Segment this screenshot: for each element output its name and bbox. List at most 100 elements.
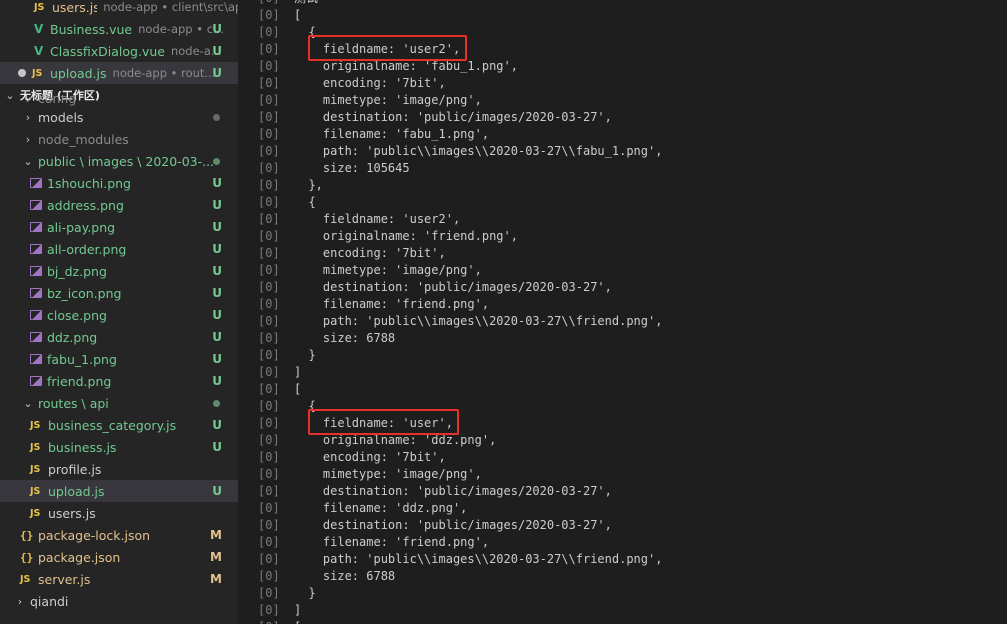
git-status-badge: U (212, 374, 222, 388)
folder-item[interactable]: › models (0, 106, 238, 128)
file-item[interactable]: JS upload.js U (0, 480, 238, 502)
file-name: ddz.png (47, 329, 98, 345)
file-item[interactable]: ali-pay.png U (0, 216, 238, 238)
terminal-line: [0]测试 (258, 0, 318, 7)
open-editor-item[interactable]: V Business.vue node-app • c... U (0, 18, 238, 40)
git-status-badge: U (212, 264, 222, 278)
chevron-down-icon: ⌄ (23, 154, 33, 168)
terminal-line-text: originalname: 'ddz.png', (294, 433, 497, 447)
process-prefix: [0] (258, 8, 280, 22)
file-name: package.json (38, 549, 121, 565)
image-file-icon (30, 288, 42, 298)
terminal-line-text: } (294, 586, 316, 600)
terminal-line-text: mimetype: 'image/png', (294, 467, 482, 481)
open-editor-item[interactable]: JS users.js node-app • client\src\api (0, 0, 238, 18)
terminal-line: [0] path: 'public\\images\\2020-03-27\\f… (258, 551, 662, 568)
terminal-line-text: 测试 (294, 0, 318, 5)
process-prefix: [0] (258, 93, 280, 107)
folder-name: public \ images \ 2020-03-... (38, 153, 215, 169)
git-status-badge: U (212, 44, 222, 58)
process-prefix: [0] (258, 399, 280, 413)
terminal-line-text: ] (294, 603, 302, 617)
terminal-line-text: encoding: '7bit', (294, 76, 446, 90)
terminal-line-text: mimetype: 'image/png', (294, 263, 482, 277)
process-prefix: [0] (258, 450, 280, 464)
file-item[interactable]: JS business_category.js U (0, 414, 238, 436)
vue-file-icon: V (34, 44, 44, 58)
image-file-icon (30, 354, 42, 364)
file-name: ali-pay.png (47, 219, 116, 235)
highlight-box (308, 409, 460, 435)
open-editor-item[interactable]: JS upload.js node-app • rout... U (0, 62, 238, 84)
terminal-line-text: { (294, 195, 316, 209)
file-item[interactable]: 1shouchi.png U (0, 172, 238, 194)
terminal-line: [0] filename: 'fabu_1.png', (258, 126, 489, 143)
image-file-icon (30, 266, 42, 276)
file-name: friend.png (47, 373, 112, 389)
terminal-line: [0] filename: 'friend.png', (258, 296, 489, 313)
terminal-line-text: }, (294, 178, 323, 192)
folder-item[interactable]: ⌄ routes \ api (0, 392, 238, 414)
file-item[interactable]: ddz.png U (0, 326, 238, 348)
process-prefix: [0] (258, 535, 280, 549)
file-item[interactable]: fabu_1.png U (0, 348, 238, 370)
folder-item[interactable]: ⌄ public \ images \ 2020-03-... (0, 150, 238, 172)
image-file-icon (30, 222, 42, 232)
process-prefix: [0] (258, 382, 280, 396)
terminal-line-text: encoding: '7bit', (294, 450, 446, 464)
folder-item[interactable]: › qiandi (0, 590, 238, 612)
file-item[interactable]: friend.png U (0, 370, 238, 392)
js-file-icon: JS (34, 1, 45, 13)
terminal-output[interactable]: [0]测试[0][[0] {[0] fieldname: 'user2',[0]… (238, 0, 1007, 624)
folder-item[interactable]: › node_modules (0, 128, 238, 150)
terminal-line-text: destination: 'public/images/2020-03-27', (294, 484, 612, 498)
open-editor-path: node-app • client\src\api (103, 0, 238, 14)
file-item[interactable]: JS business.js U (0, 436, 238, 458)
terminal-line: [0] filename: 'friend.png', (258, 534, 489, 551)
file-name: server.js (38, 571, 91, 587)
terminal-line: [0] originalname: 'friend.png', (258, 228, 518, 245)
terminal-line: [0] filename: 'ddz.png', (258, 500, 467, 517)
terminal-line-text: destination: 'public/images/2020-03-27', (294, 518, 612, 532)
terminal-line-text: filename: 'friend.png', (294, 297, 490, 311)
process-prefix: [0] (258, 127, 280, 141)
unsaved-dot-icon (18, 69, 26, 77)
process-prefix: [0] (258, 586, 280, 600)
git-status-badge: U (212, 330, 222, 344)
file-item[interactable]: close.png U (0, 304, 238, 326)
file-name: business_category.js (48, 417, 177, 433)
folder-name: config (38, 95, 77, 106)
file-item[interactable]: address.png U (0, 194, 238, 216)
file-item[interactable]: bj_dz.png U (0, 260, 238, 282)
process-prefix: [0] (258, 212, 280, 226)
file-item[interactable]: {} package.json M (0, 546, 238, 568)
image-file-icon (30, 244, 42, 254)
file-item[interactable]: JS users.js (0, 502, 238, 524)
image-file-icon (30, 178, 42, 188)
terminal-line: [0] } (258, 347, 316, 364)
process-prefix: [0] (258, 314, 280, 328)
file-item[interactable]: JS server.js M (0, 568, 238, 590)
git-status-badge: M (210, 550, 222, 564)
file-name: profile.js (48, 461, 102, 477)
file-item[interactable]: JS profile.js (0, 458, 238, 480)
js-file-icon: JS (30, 485, 41, 497)
file-item[interactable]: bz_icon.png U (0, 282, 238, 304)
terminal-line-text: encoding: '7bit', (294, 246, 446, 260)
terminal-line: [0] destination: 'public/images/2020-03-… (258, 109, 612, 126)
status-dot-icon (213, 399, 220, 407)
open-editor-item[interactable]: V ClassfixDialog.vue node-a... U (0, 40, 238, 62)
highlight-box (308, 35, 467, 61)
file-item[interactable]: all-order.png U (0, 238, 238, 260)
folder-name: qiandi (30, 593, 69, 609)
process-prefix: [0] (258, 552, 280, 566)
terminal-line-text: destination: 'public/images/2020-03-27', (294, 110, 612, 124)
process-prefix: [0] (258, 569, 280, 583)
file-item[interactable]: {} package-lock.json M (0, 524, 238, 546)
chevron-down-icon: ⌄ (23, 396, 33, 410)
terminal-line: [0] destination: 'public/images/2020-03-… (258, 483, 612, 500)
chevron-right-icon: › (25, 95, 31, 106)
file-name: all-order.png (47, 241, 127, 257)
process-prefix: [0] (258, 467, 280, 481)
folder-item[interactable]: › config (0, 95, 238, 106)
